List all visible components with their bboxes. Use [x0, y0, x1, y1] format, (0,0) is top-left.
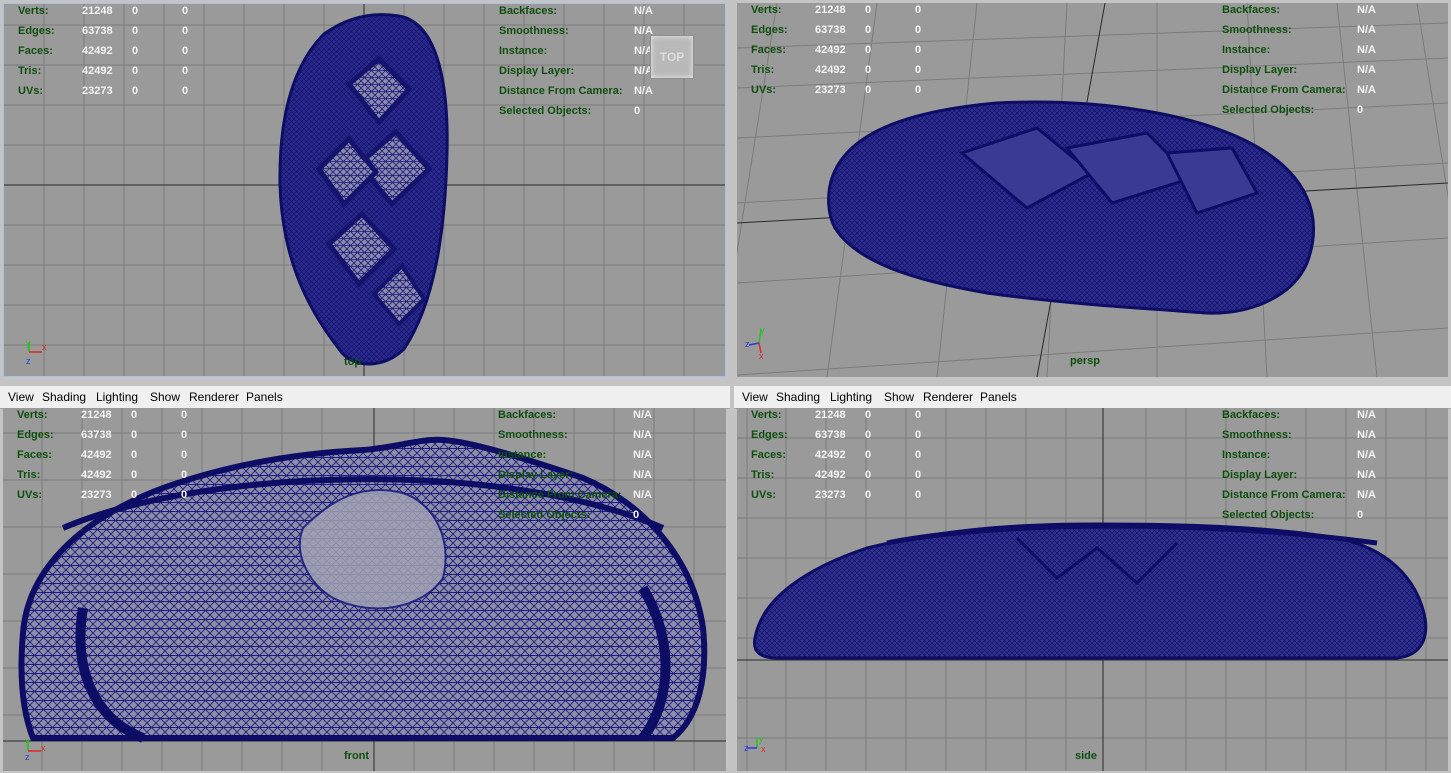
menu-renderer[interactable]: Renderer	[923, 390, 973, 404]
menu-shading[interactable]: Shading	[776, 390, 820, 404]
svg-text:x: x	[759, 351, 764, 361]
bread-mesh-top[interactable]	[278, 13, 449, 366]
svg-text:z: z	[745, 339, 750, 349]
viewport-front[interactable]: Verts: 21248 0 0 Edges: 63738 0 0 Faces: 42492 0…	[3, 408, 726, 771]
svg-text:y: y	[26, 338, 31, 348]
svg-text:x: x	[41, 743, 46, 753]
panel-menubar: View Shading Lighting Show Renderer Pane…	[0, 386, 730, 409]
bread-mesh-front[interactable]	[18, 436, 708, 743]
menu-renderer[interactable]: Renderer	[189, 390, 239, 404]
menu-view[interactable]: View	[8, 390, 34, 404]
svg-text:x: x	[761, 744, 766, 754]
camera-label: persp	[1070, 355, 1100, 367]
axis-gizmo-icon: y z x	[744, 734, 766, 754]
bread-mesh-persp[interactable]	[827, 100, 1315, 315]
viewport-pane-front[interactable]: View Shading Lighting Show Renderer Pane…	[0, 386, 730, 773]
menu-lighting[interactable]: Lighting	[830, 390, 872, 404]
camera-label: front	[344, 750, 370, 762]
viewport-side[interactable]: Verts: 21248 0 0 Edges: 63738 0 0 Faces: 42492 0…	[737, 408, 1448, 771]
svg-text:y: y	[759, 734, 764, 744]
menu-lighting[interactable]: Lighting	[96, 390, 138, 404]
top-scene	[4, 4, 725, 376]
camera-label: side	[1075, 750, 1098, 762]
axis-gizmo-icon: y x z	[25, 736, 46, 762]
svg-text:z: z	[25, 752, 30, 762]
menu-shading[interactable]: Shading	[42, 390, 86, 404]
menu-show[interactable]: Show	[150, 390, 180, 404]
svg-text:y: y	[760, 325, 765, 335]
viewport-persp[interactable]: Verts: 21248 0 0 Edges: 63738 0 0 Faces: 42492 0…	[737, 3, 1448, 377]
svg-text:z: z	[744, 743, 749, 753]
axis-gizmo-icon: y z x	[745, 325, 765, 361]
bread-mesh-side[interactable]	[752, 522, 1428, 660]
viewport-top[interactable]: Verts: 21248 0 0 Edges: 63738 0 0 Faces: 42492 0…	[3, 3, 726, 377]
menu-show[interactable]: Show	[884, 390, 914, 404]
menu-panels[interactable]: Panels	[246, 390, 283, 404]
persp-scene	[737, 3, 1448, 377]
panel-menubar: View Shading Lighting Show Renderer Pane…	[734, 386, 1451, 409]
menu-view[interactable]: View	[742, 390, 768, 404]
camera-label: top	[344, 356, 362, 368]
viewport-pane-persp[interactable]: Verts: 21248 0 0 Edges: 63738 0 0 Faces: 42492 0…	[734, 0, 1451, 381]
svg-text:y: y	[25, 736, 30, 746]
viewcube[interactable]: TOP	[650, 35, 694, 79]
svg-text:x: x	[42, 342, 47, 352]
menu-panels[interactable]: Panels	[980, 390, 1017, 404]
svg-text:z: z	[26, 356, 31, 366]
viewport-pane-side[interactable]: View Shading Lighting Show Renderer Pane…	[734, 386, 1451, 773]
axis-gizmo-icon: y x z	[26, 338, 47, 366]
viewport-pane-top[interactable]: Verts: 21248 0 0 Edges: 63738 0 0 Faces: 42492 0…	[0, 0, 730, 381]
